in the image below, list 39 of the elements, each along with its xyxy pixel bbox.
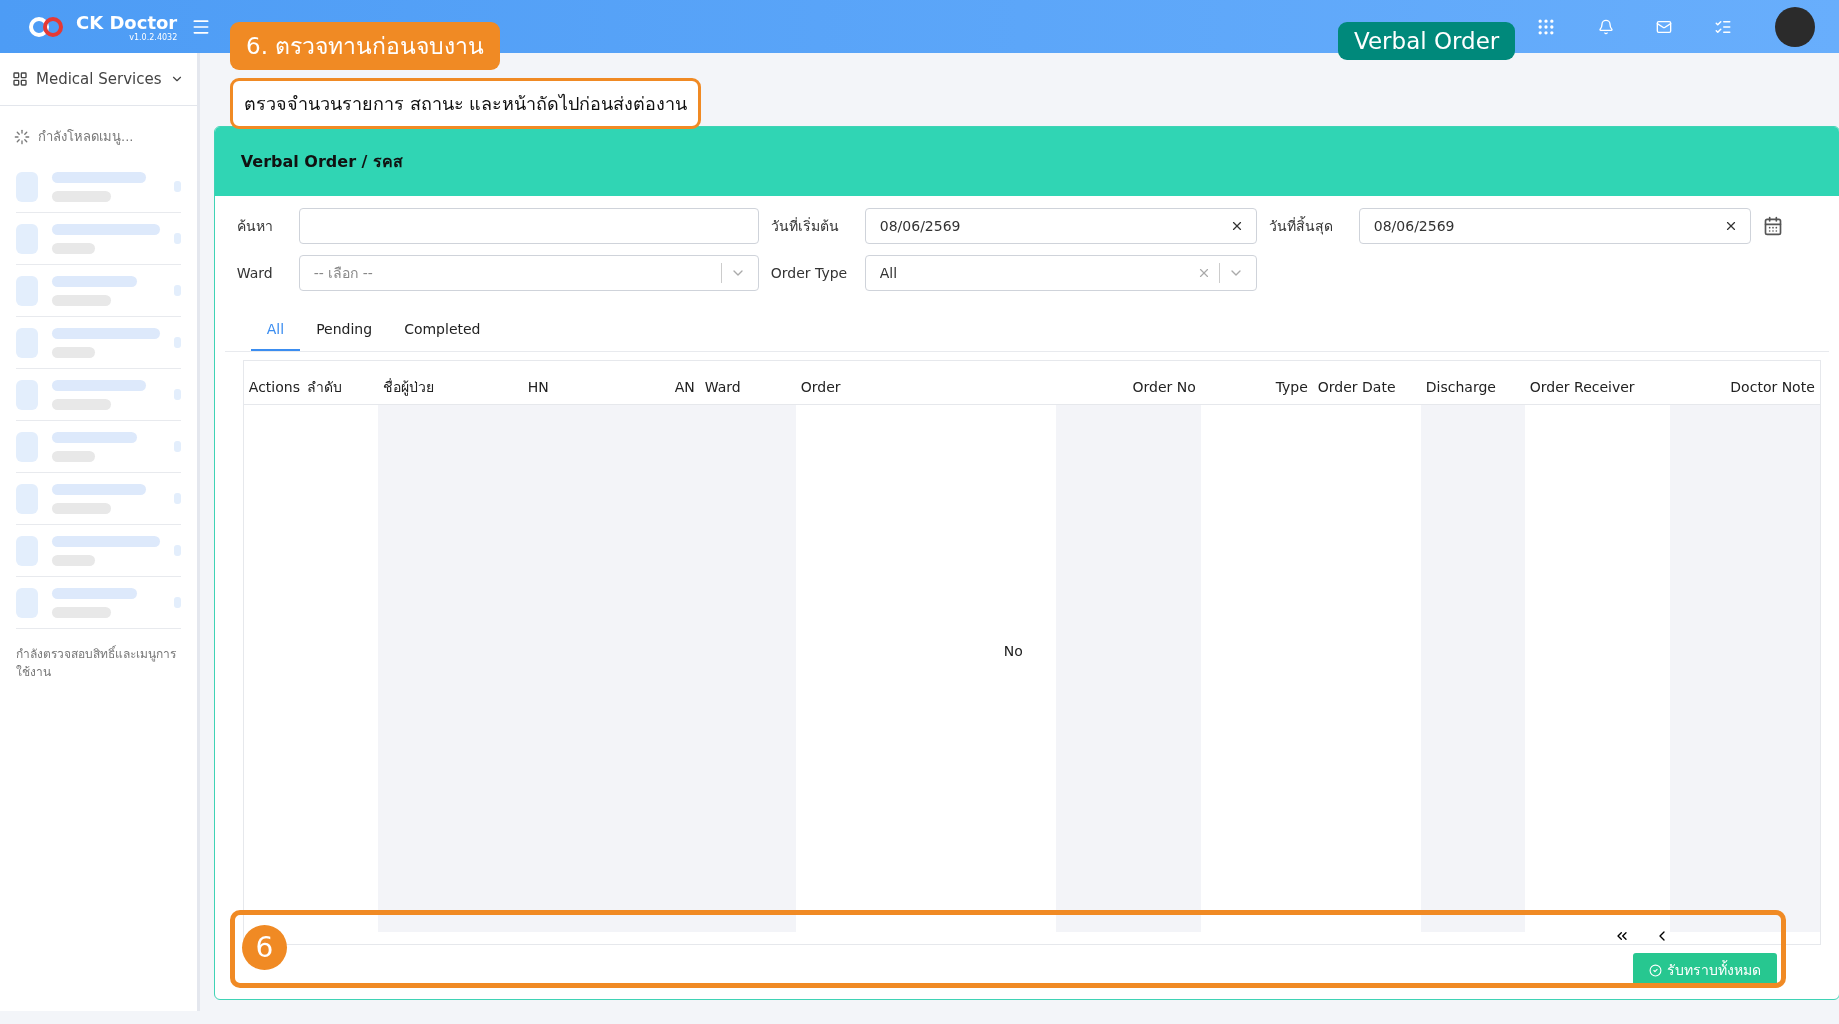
step-badge: 6. ตรวจทานก่อนจบงาน [230,22,501,70]
column-header: Type [1200,361,1313,406]
ward-select[interactable]: -- เลือก -- [298,255,759,292]
search-field[interactable] [298,208,759,245]
field-label: Order Type [770,265,849,282]
field-label: วันที่เริ่มต้น [770,216,840,237]
logo-icon [28,15,64,38]
field-label: วันที่สิ้นสุด [1268,215,1334,237]
tab[interactable]: Completed [388,315,497,352]
date-input[interactable]: 08/06/2569 [1371,217,1716,236]
column-header: Order Receiver [1524,361,1670,406]
status-text: กำลังตรวจสอบสิทธิ์และเมนูการใช้งาน [15,644,177,681]
select-input[interactable]: -- เลือก -- [311,264,713,283]
column-header: Order [795,361,1056,406]
tab[interactable]: All [250,315,301,352]
module-dropdown[interactable]: Medical Services [0,53,197,106]
check-circle-icon [1648,963,1662,977]
end-date-field[interactable]: 08/06/2569 [1358,208,1751,245]
brand-name: CK Doctor [76,11,178,33]
instruction-callout: ตรวจจำนวนรายการ สถานะ และหน้าถัดไปก่อนส่งต่องาน [230,78,702,129]
field-label: ค้นหา [236,217,274,237]
tab[interactable]: Pending [300,315,389,352]
card-title: Verbal Order / รคส [240,151,404,174]
spinner-icon [14,128,30,145]
version-text: v1.0.2.4032 [129,32,178,42]
date-input[interactable]: 08/06/2569 [877,217,1222,236]
column-header: Actions [243,361,302,406]
column-header: Order Date [1312,361,1421,406]
order-type-select[interactable]: All [864,255,1257,292]
start-date-field[interactable]: 08/06/2569 [864,208,1257,245]
page-badge: Verbal Order [1338,22,1516,60]
user-avatar[interactable] [1775,6,1815,47]
loading-text: กำลังโหลดเมนู... [38,128,134,147]
column-header: ลำดับ [301,361,378,406]
calendar-icon[interactable] [1762,216,1783,237]
field-label: Ward [236,265,274,282]
grid-icon [12,71,28,87]
select-input[interactable]: All [877,264,1189,283]
empty-text: No [1003,643,1023,660]
